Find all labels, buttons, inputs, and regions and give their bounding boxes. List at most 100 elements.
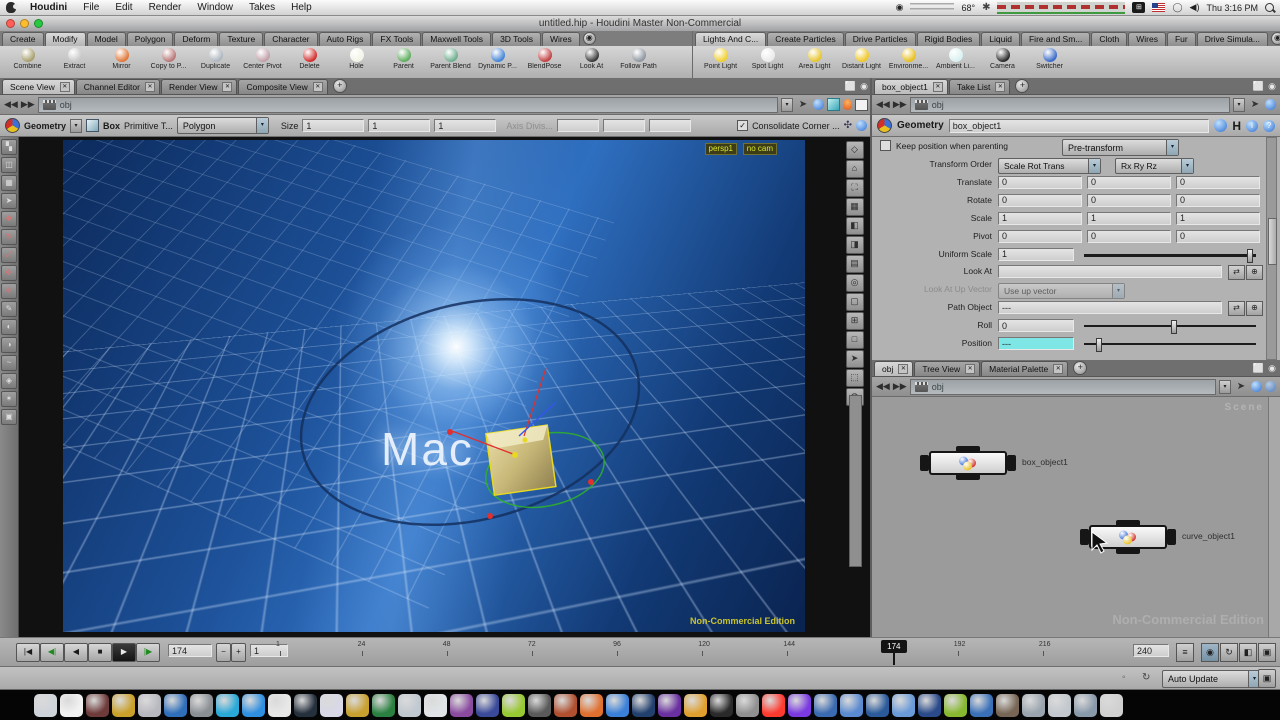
shelf-tab-maxwell-tools[interactable]: Maxwell Tools bbox=[422, 32, 491, 46]
shelf-tab-wires[interactable]: Wires bbox=[542, 32, 580, 46]
param-scroll-thumb[interactable] bbox=[1268, 218, 1277, 265]
dock-app-icon-21[interactable] bbox=[554, 694, 577, 717]
dock-app-icon-2[interactable] bbox=[60, 694, 83, 717]
pane-menu-icon[interactable]: ◉ bbox=[860, 81, 868, 92]
dock-app-icon-25[interactable] bbox=[658, 694, 681, 717]
tool-dynamic-p[interactable]: Dynamic P... bbox=[474, 46, 521, 70]
shelf-tab-modify[interactable]: Modify bbox=[45, 32, 86, 46]
dock-app-icon-36[interactable] bbox=[944, 694, 967, 717]
shelf-tab-create[interactable]: Create bbox=[2, 32, 44, 46]
node-output-flag[interactable] bbox=[1007, 455, 1016, 471]
pane-maximize-icon[interactable]: ⬜ bbox=[1253, 81, 1264, 92]
prev-key-button[interactable]: ◀| bbox=[40, 643, 64, 662]
view-persp-icon[interactable]: ◇ bbox=[846, 141, 864, 159]
operation-controls-icon[interactable]: ✣ bbox=[844, 120, 852, 131]
node-output-flag[interactable] bbox=[1167, 529, 1176, 545]
frame-all-icon[interactable]: ⛶ bbox=[846, 179, 864, 197]
shelf-tab-create-particles[interactable]: Create Particles bbox=[767, 32, 843, 46]
rotate-y-field[interactable] bbox=[1087, 194, 1171, 207]
menu-edit[interactable]: Edit bbox=[115, 2, 132, 13]
op-chooser-icon[interactable]: ⊕ bbox=[1246, 301, 1263, 316]
shelf-tab-polygon[interactable]: Polygon bbox=[127, 32, 174, 46]
close-icon[interactable]: ✕ bbox=[145, 82, 155, 92]
size-x-field[interactable] bbox=[302, 119, 364, 132]
houdini-help-icon[interactable]: H bbox=[1232, 119, 1241, 133]
slider-handle[interactable] bbox=[1096, 338, 1102, 352]
close-icon[interactable]: ✕ bbox=[60, 82, 70, 92]
minimize-window-button[interactable] bbox=[20, 19, 29, 28]
pane-menu-icon[interactable]: ◉ bbox=[1268, 81, 1276, 92]
frame-decrement-button[interactable]: − bbox=[216, 643, 231, 662]
group-icon[interactable]: ⬚ bbox=[846, 369, 864, 387]
tool-center-pivot[interactable]: Center Pivot bbox=[239, 46, 286, 70]
shelf-tab-3d-tools[interactable]: 3D Tools bbox=[492, 32, 541, 46]
pivot-x-field[interactable] bbox=[998, 230, 1082, 243]
tab-tree-view[interactable]: Tree View✕ bbox=[914, 361, 980, 376]
path-back-icon[interactable]: ◀◀ bbox=[876, 99, 890, 110]
current-frame-field[interactable] bbox=[168, 644, 212, 657]
op-jump-icon[interactable]: ⇄ bbox=[1228, 265, 1245, 280]
shelf-tab-rigid-bodies[interactable]: Rigid Bodies bbox=[917, 32, 981, 46]
dock-app-icon-24[interactable] bbox=[632, 694, 655, 717]
shelf-tab-fur[interactable]: Fur bbox=[1167, 32, 1196, 46]
sculpt-icon[interactable]: ◑ bbox=[1, 337, 17, 353]
close-icon[interactable]: ✕ bbox=[933, 82, 943, 92]
pane-maximize-icon[interactable]: ⬜ bbox=[845, 81, 856, 92]
tool-point-light[interactable]: Point Light bbox=[697, 46, 744, 70]
tool-parent[interactable]: Parent bbox=[380, 46, 427, 70]
close-window-button[interactable] bbox=[6, 19, 15, 28]
dock-app-icon-40[interactable] bbox=[1048, 694, 1071, 717]
dock-app-icon-13[interactable] bbox=[346, 694, 369, 717]
dock-app-icon-38[interactable] bbox=[996, 694, 1019, 717]
tab-material-palette[interactable]: Material Palette✕ bbox=[981, 361, 1068, 376]
export-pane-icon[interactable]: ➤ bbox=[1234, 381, 1248, 392]
tool-parent-blend[interactable]: Parent Blend bbox=[427, 46, 474, 70]
keep-position-checkbox[interactable] bbox=[880, 140, 891, 151]
close-icon[interactable]: ✕ bbox=[995, 82, 1005, 92]
look-at-field[interactable] bbox=[998, 265, 1222, 278]
menu-extra-widget[interactable] bbox=[910, 3, 954, 12]
menu-help[interactable]: Help bbox=[291, 2, 312, 13]
tool-area-light[interactable]: Area Light bbox=[791, 46, 838, 70]
shelf-tab-wires[interactable]: Wires bbox=[1128, 32, 1166, 46]
position-slider[interactable] bbox=[1084, 343, 1256, 345]
link-orb-icon[interactable] bbox=[813, 99, 824, 110]
screenshare-eye-icon[interactable]: ◉ bbox=[896, 2, 904, 13]
tool-delete[interactable]: Delete bbox=[286, 46, 333, 70]
node-input-flag[interactable] bbox=[1080, 529, 1089, 545]
layout-single-icon[interactable]: ▢ bbox=[846, 293, 864, 311]
shelf-scroll-button[interactable]: ◉ bbox=[583, 32, 596, 45]
dock-app-icon-34[interactable] bbox=[892, 694, 915, 717]
tab-take-list[interactable]: Take List✕ bbox=[949, 79, 1011, 94]
position-field[interactable] bbox=[998, 337, 1074, 350]
new-tab-button[interactable]: + bbox=[333, 79, 347, 93]
menu-takes[interactable]: Takes bbox=[249, 2, 275, 13]
dock-app-icon-7[interactable] bbox=[190, 694, 213, 717]
tool-camera[interactable]: Camera bbox=[979, 46, 1026, 70]
select-arrow-icon[interactable]: ➤ bbox=[1, 193, 17, 209]
temperature-text[interactable]: 68° bbox=[961, 3, 975, 13]
param-path-field[interactable]: obj bbox=[910, 97, 1230, 113]
dock-app-icon-8[interactable] bbox=[216, 694, 239, 717]
tool-duplicate[interactable]: Duplicate bbox=[192, 46, 239, 70]
tool-hole[interactable]: Hole bbox=[333, 46, 380, 70]
pane-menu-icon[interactable]: ◉ bbox=[1268, 363, 1276, 374]
dock-app-icon-22[interactable] bbox=[580, 694, 603, 717]
dock-app-icon-3[interactable] bbox=[86, 694, 109, 717]
wire-icon[interactable]: ◨ bbox=[846, 236, 864, 254]
menu-file[interactable]: File bbox=[83, 2, 99, 13]
shelf-tab-model[interactable]: Model bbox=[87, 32, 126, 46]
view-home-icon[interactable]: ⌂ bbox=[846, 160, 864, 178]
shade-icon[interactable]: ◧ bbox=[846, 217, 864, 235]
view-cube-icon[interactable] bbox=[827, 98, 840, 111]
translate-x-field[interactable] bbox=[998, 176, 1082, 189]
snapshot-icon[interactable]: ◎ bbox=[846, 274, 864, 292]
tab-render-view[interactable]: Render View✕ bbox=[161, 79, 238, 94]
dock-app-icon-9[interactable] bbox=[242, 694, 265, 717]
spotlight-icon[interactable] bbox=[1265, 3, 1274, 12]
dock-app-icon-28[interactable] bbox=[736, 694, 759, 717]
dock-app-icon-41[interactable] bbox=[1074, 694, 1097, 717]
surface-icon[interactable]: ◈ bbox=[1, 373, 17, 389]
param-scrollbar[interactable] bbox=[1266, 137, 1277, 360]
pretransform-dropdown[interactable]: Pre-transform ▾ bbox=[1062, 139, 1179, 156]
